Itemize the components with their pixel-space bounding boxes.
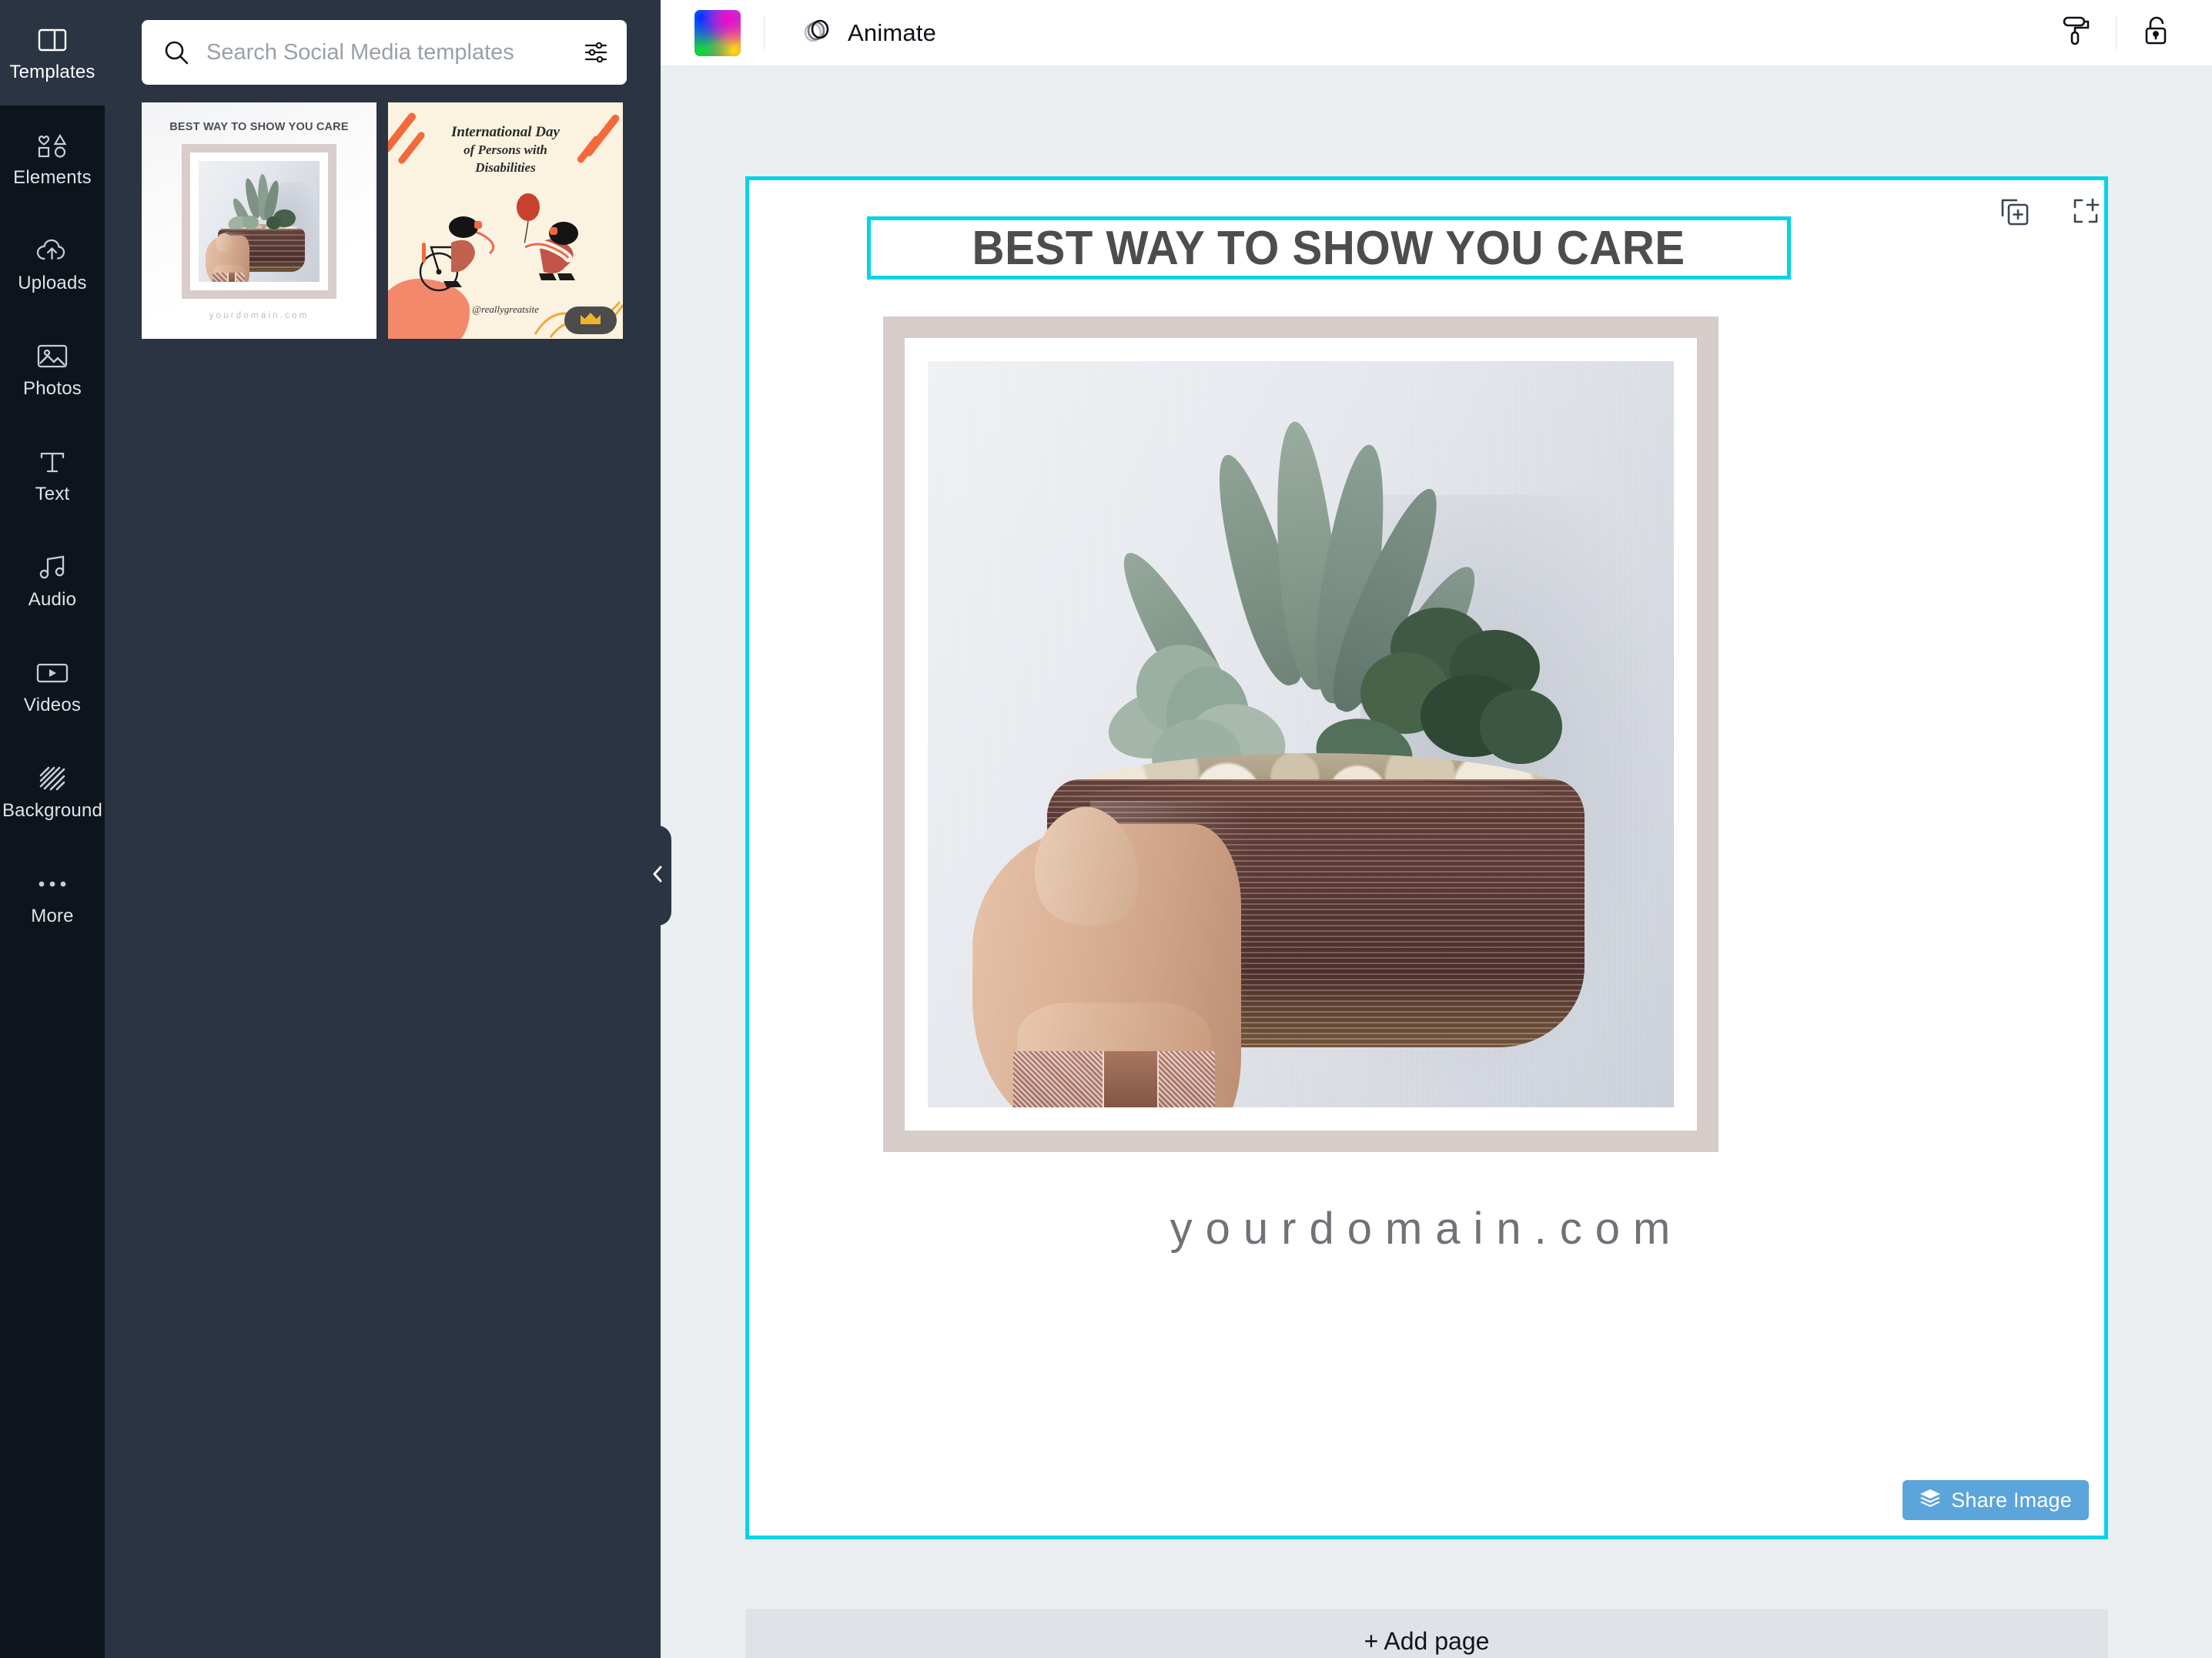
ellipsis-icon — [32, 869, 72, 899]
sidebar-label-elements: Elements — [13, 166, 92, 188]
text-icon — [32, 447, 72, 477]
sidebar-label-background: Background — [2, 799, 103, 821]
hatch-icon — [32, 763, 72, 794]
crown-icon — [579, 310, 602, 331]
paint-roller-icon — [2061, 14, 2092, 52]
template-grid: BEST WAY TO SHOW YOU CARE yourdomain.com… — [105, 85, 661, 339]
sidebar-label-videos: Videos — [23, 694, 82, 715]
sidebar-item-photos[interactable]: Photos — [0, 317, 105, 422]
search-input[interactable] — [189, 39, 584, 65]
document-title-selection[interactable]: BEST WAY TO SHOW YOU CARE — [867, 216, 1791, 280]
duplicate-page-button[interactable] — [1998, 196, 2032, 229]
sidebar-item-elements[interactable]: Elements — [0, 106, 105, 211]
sidebar-label-audio: Audio — [28, 588, 77, 610]
premium-badge — [564, 306, 617, 334]
lock-button[interactable] — [2130, 8, 2181, 59]
search-icon — [163, 39, 189, 65]
duplicate-page-icon — [1999, 195, 2031, 231]
template-card-1[interactable]: BEST WAY TO SHOW YOU CARE yourdomain.com — [142, 102, 376, 339]
animate-label: Animate — [848, 18, 937, 46]
canvas-stage: BEST WAY TO SHOW YOU CARE yourdomain.com… — [661, 66, 2212, 1658]
wheelchair-illustration — [419, 216, 498, 292]
share-image-button[interactable]: Share Image — [1902, 1480, 2089, 1520]
template-card-1-title: BEST WAY TO SHOW YOU CARE — [169, 121, 349, 133]
animate-button[interactable]: Animate — [788, 8, 949, 58]
panel-collapse-handle[interactable] — [644, 826, 671, 926]
search-box[interactable] — [142, 20, 627, 85]
video-play-icon — [32, 658, 72, 688]
templates-panel: BEST WAY TO SHOW YOU CARE — [105, 0, 671, 1658]
wristwatch — [1013, 1051, 1216, 1107]
add-page-label: + Add page — [1364, 1626, 1490, 1655]
upload-cloud-icon — [32, 236, 72, 266]
sidebar-item-videos[interactable]: Videos — [0, 633, 105, 739]
templates-icon — [32, 25, 72, 55]
toolbar-divider — [764, 15, 765, 51]
sliders-icon[interactable] — [584, 40, 608, 65]
template-card-2[interactable]: International Day of Persons with Disabi… — [388, 102, 623, 339]
animate-rings-icon — [800, 15, 834, 50]
sidebar-label-templates: Templates — [9, 61, 95, 82]
add-page-icon — [2070, 195, 2102, 231]
sidebar-item-text[interactable]: Text — [0, 422, 105, 528]
document-photo-mat — [905, 338, 1697, 1130]
elements-icon — [32, 130, 72, 161]
left-rail: Templates Elements Uploads Photos Text A… — [0, 0, 105, 1658]
sidebar-label-text: Text — [35, 483, 70, 504]
template-card-2-title: International Day of Persons with Disabi… — [388, 122, 623, 176]
editor-main: Animate BEST WAY TO SHOW YOU CARE yourdo… — [661, 0, 2212, 1658]
jade-leaf — [1480, 689, 1562, 765]
sidebar-item-audio[interactable]: Audio — [0, 528, 105, 633]
search-row — [105, 0, 661, 85]
rail-item-list: Templates Elements Uploads Photos Text A… — [0, 0, 105, 950]
sidebar-label-uploads: Uploads — [18, 272, 87, 293]
template-card-2-title-line1: International Day — [451, 124, 560, 140]
audio-note-icon — [32, 552, 72, 583]
sidebar-label-photos: Photos — [23, 377, 82, 399]
template-card-1-domain: yourdomain.com — [209, 311, 310, 320]
document-title: BEST WAY TO SHOW YOU CARE — [972, 221, 1686, 275]
toolbar-divider-2 — [2116, 15, 2117, 51]
paint-roller-button[interactable] — [2051, 8, 2102, 59]
template-card-1-photo — [199, 161, 320, 282]
share-image-label: Share Image — [1951, 1488, 2072, 1512]
document-domain: yourdomain.com — [1170, 1204, 1684, 1254]
template-card-2-title-line2: of Persons with — [463, 142, 547, 158]
add-page-button-top[interactable] — [2069, 196, 2103, 229]
template-card-1-frame — [182, 144, 336, 299]
sidebar-item-more[interactable]: More — [0, 844, 105, 950]
template-card-2-title-line3: Disabilities — [475, 159, 536, 175]
unlock-icon — [2141, 14, 2170, 52]
sidebar-item-templates[interactable]: Templates — [0, 0, 105, 106]
sidebar-item-background[interactable]: Background — [0, 739, 105, 844]
template-card-1-mat — [190, 152, 328, 290]
sidebar-label-more: More — [31, 905, 74, 926]
add-page-bar[interactable]: + Add page — [745, 1609, 2108, 1658]
chevron-left-icon — [651, 863, 664, 889]
layers-icon — [1919, 1489, 1941, 1512]
page-tools — [1998, 196, 2103, 229]
document-photo[interactable] — [928, 361, 1674, 1107]
wristwatch-clasp — [1102, 1051, 1159, 1107]
photo-icon — [32, 341, 72, 372]
document-photo-frame[interactable] — [883, 317, 1718, 1152]
app-root: Templates Elements Uploads Photos Text A… — [0, 0, 2212, 1658]
top-toolbar: Animate — [661, 0, 2212, 66]
design-page[interactable]: BEST WAY TO SHOW YOU CARE yourdomain.com… — [745, 176, 2108, 1539]
color-picker-swatch[interactable] — [694, 9, 741, 56]
sidebar-item-uploads[interactable]: Uploads — [0, 211, 105, 317]
